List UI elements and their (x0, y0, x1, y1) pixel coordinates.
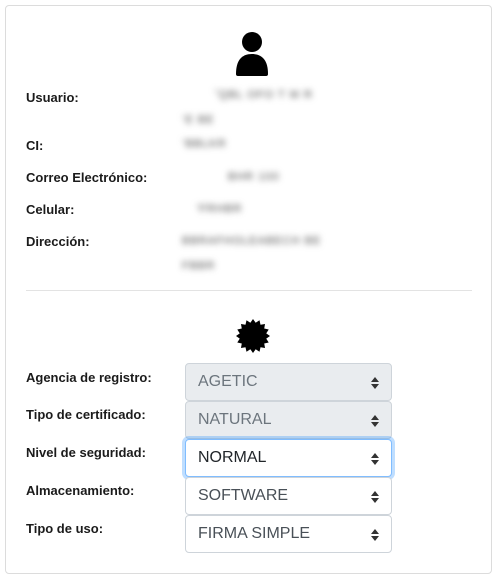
sort-caret-icon (371, 529, 379, 541)
celular-value: ’FRHBR (196, 203, 243, 215)
agencia-select-value: AGETIC (198, 373, 258, 390)
direccion-value-line2: FBBR (182, 260, 216, 272)
agencia-select[interactable]: AGETIC (185, 363, 392, 401)
agencia-label: Agencia de registro: (26, 370, 152, 385)
profile-card: Usuario: ˝QBL OFO T M R ‘E BE CI: ’BBLKR… (5, 5, 492, 574)
tipo-uso-select-value: FIRMA SIMPLE (198, 525, 311, 542)
tipo-uso-select[interactable]: FIRMA SIMPLE (185, 515, 392, 553)
sort-caret-icon (371, 453, 379, 465)
almacenamiento-label: Almacenamiento: (26, 483, 135, 498)
tipo-certificado-label: Tipo de certificado: (26, 407, 146, 422)
tipo-certificado-select-value: NATURAL (198, 411, 272, 428)
section-divider (26, 290, 472, 291)
nivel-seguridad-select[interactable]: NORMAL (185, 439, 392, 477)
seal-icon (236, 319, 270, 353)
tipo-uso-label: Tipo de uso: (26, 521, 104, 536)
usuario-label: Usuario: (26, 90, 79, 105)
ci-value: ’BBLKR (182, 138, 227, 150)
tipo-certificado-select[interactable]: NATURAL (185, 401, 392, 439)
almacenamiento-select-value: SOFTWARE (198, 487, 289, 504)
sort-caret-icon (371, 377, 379, 389)
usuario-value-line2: ‘E BE (182, 114, 215, 126)
almacenamiento-select[interactable]: SOFTWARE (185, 477, 392, 515)
usuario-value: ˝QBL OFO T M R (214, 89, 313, 101)
direccion-value: BBRAFHOLEABECH BE (182, 235, 322, 247)
ci-label: CI: (26, 138, 44, 153)
celular-label: Celular: (26, 202, 75, 217)
direccion-label: Dirección: (26, 234, 90, 249)
nivel-seguridad-select-value: NORMAL (198, 449, 267, 466)
user-icon (236, 32, 268, 76)
sort-caret-icon (371, 491, 379, 503)
nivel-seguridad-label: Nivel de seguridad: (26, 445, 146, 460)
sort-caret-icon (371, 415, 379, 427)
correo-label: Correo Electrónico: (26, 170, 148, 185)
correo-value: BHR 100 (228, 171, 280, 183)
